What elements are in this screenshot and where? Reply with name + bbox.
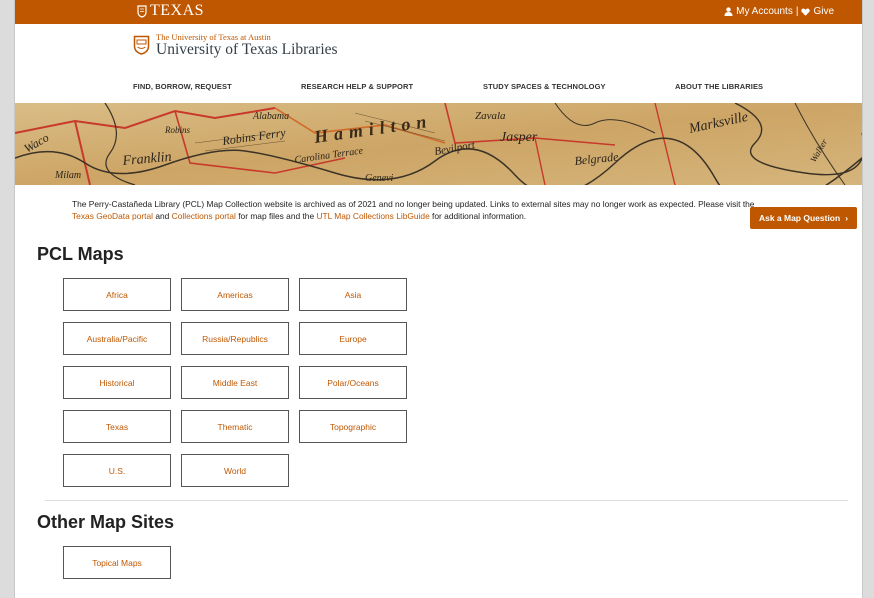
map-button-australia-pacific[interactable]: Australia/Pacific — [63, 322, 171, 355]
notice-text-4: for additional information. — [429, 211, 527, 221]
account-links: My Accounts | Give — [724, 6, 834, 17]
notice-text-1: The Perry-Castañeda Library (PCL) Map Co… — [72, 199, 755, 209]
ut-shield-icon — [137, 4, 147, 18]
map-button-historical[interactable]: Historical — [63, 366, 171, 399]
map-label-14: Robins — [164, 125, 190, 135]
nav-study-spaces-technology[interactable]: STUDY SPACES & TECHNOLOGY — [483, 82, 606, 91]
historical-map-banner: Waco Milam Franklin Robins Ferry Alabama… — [15, 103, 862, 185]
map-button-thematic[interactable]: Thematic — [181, 410, 289, 443]
account-separator: | — [795, 6, 799, 17]
ut-shield-icon — [133, 36, 150, 56]
map-label-2: Milam — [54, 170, 81, 181]
map-button-europe[interactable]: Europe — [299, 322, 407, 355]
my-accounts-link[interactable]: My Accounts — [736, 6, 793, 17]
main-navigation: FIND, BORROW, REQUEST RESEARCH HELP & SU… — [15, 80, 862, 94]
texas-wordmark: TEXAS — [150, 2, 205, 19]
map-label-10: Jasper — [500, 130, 538, 145]
page: TEXAS My Accounts | Give The University … — [15, 0, 862, 598]
map-button-middle-east[interactable]: Middle East — [181, 366, 289, 399]
map-label-9: Zavala — [475, 110, 506, 122]
map-libguide-link[interactable]: UTL Map Collections LibGuide — [316, 211, 429, 221]
map-label-8: Genevi — [365, 173, 394, 184]
logo-libraries-line: University of Texas Libraries — [156, 40, 338, 58]
other-map-sites-heading: Other Map Sites — [37, 512, 175, 532]
heart-icon — [801, 7, 811, 16]
ask-button-label: Ask a Map Question — [758, 213, 841, 223]
map-button-africa[interactable]: Africa — [63, 278, 171, 311]
archive-notice: The Perry-Castañeda Library (PCL) Map Co… — [72, 198, 762, 222]
ut-libraries-logo-link[interactable]: The University of Texas at Austin Univer… — [133, 33, 338, 58]
nav-about-the-libraries[interactable]: ABOUT THE LIBRARIES — [675, 82, 763, 91]
map-label-5: Alabama — [252, 111, 289, 122]
nav-find-borrow-request[interactable]: FIND, BORROW, REQUEST — [133, 82, 232, 91]
nav-research-help-support[interactable]: RESEARCH HELP & SUPPORT — [301, 82, 413, 91]
map-button-topical-maps[interactable]: Topical Maps — [63, 546, 171, 579]
collections-portal-link[interactable]: Collections portal — [172, 211, 236, 221]
texas-geodata-link[interactable]: Texas GeoData portal — [72, 211, 153, 221]
texas-wordmark-link[interactable]: TEXAS — [137, 2, 204, 20]
notice-text-2: and — [153, 211, 172, 221]
ask-map-question-button[interactable]: Ask a Map Question › — [750, 207, 857, 229]
notice-text-3: for map files and the — [235, 211, 317, 221]
chevron-right-icon: › — [845, 213, 849, 223]
map-button-topographic[interactable]: Topographic — [299, 410, 407, 443]
logo-text: The University of Texas at Austin Univer… — [156, 33, 338, 58]
map-button-asia[interactable]: Asia — [299, 278, 407, 311]
top-bar: TEXAS My Accounts | Give — [15, 0, 862, 24]
banner-map-image: Waco Milam Franklin Robins Ferry Alabama… — [15, 103, 862, 185]
map-button-texas[interactable]: Texas — [63, 410, 171, 443]
map-button-world[interactable]: World — [181, 454, 289, 487]
map-button-americas[interactable]: Americas — [181, 278, 289, 311]
map-button-polar-oceans[interactable]: Polar/Oceans — [299, 366, 407, 399]
pcl-maps-heading: PCL Maps — [37, 244, 124, 264]
map-button-russia-republics[interactable]: Russia/Republics — [181, 322, 289, 355]
give-link[interactable]: Give — [813, 6, 834, 17]
section-divider — [45, 500, 848, 501]
map-button-us[interactable]: U.S. — [63, 454, 171, 487]
user-icon — [724, 7, 733, 16]
